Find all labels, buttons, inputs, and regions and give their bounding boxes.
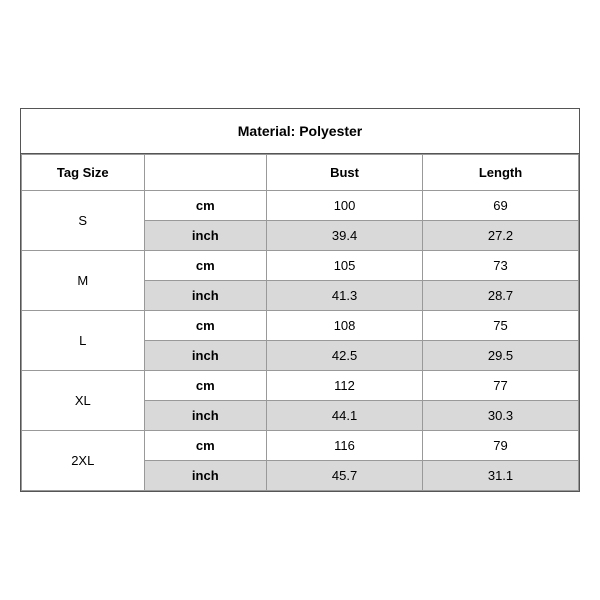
unit-cell-cm: cm	[144, 311, 267, 341]
table-row: XLcm11277	[22, 371, 579, 401]
table-row: Lcm10875	[22, 311, 579, 341]
unit-cell-inch: inch	[144, 281, 267, 311]
bust-cm-value: 100	[267, 191, 423, 221]
header-unit	[144, 155, 267, 191]
bust-cm-value: 105	[267, 251, 423, 281]
length-inch-value: 27.2	[423, 221, 579, 251]
bust-cm-value: 108	[267, 311, 423, 341]
size-tag-cell: L	[22, 311, 145, 371]
length-inch-value: 30.3	[423, 401, 579, 431]
size-tag-cell: S	[22, 191, 145, 251]
header-length: Length	[423, 155, 579, 191]
table-row: Scm10069	[22, 191, 579, 221]
length-cm-value: 79	[423, 431, 579, 461]
length-inch-value: 28.7	[423, 281, 579, 311]
unit-cell-cm: cm	[144, 371, 267, 401]
length-cm-value: 73	[423, 251, 579, 281]
chart-title: Material: Polyester	[21, 109, 579, 154]
table-row: Mcm10573	[22, 251, 579, 281]
length-inch-value: 29.5	[423, 341, 579, 371]
length-cm-value: 75	[423, 311, 579, 341]
unit-cell-cm: cm	[144, 191, 267, 221]
length-cm-value: 69	[423, 191, 579, 221]
size-chart: Material: Polyester Tag Size Bust Length…	[20, 108, 580, 492]
length-inch-value: 31.1	[423, 461, 579, 491]
bust-inch-value: 41.3	[267, 281, 423, 311]
bust-inch-value: 45.7	[267, 461, 423, 491]
header-tag-size: Tag Size	[22, 155, 145, 191]
unit-cell-cm: cm	[144, 431, 267, 461]
size-table: Tag Size Bust Length Scm10069inch39.427.…	[21, 154, 579, 491]
unit-cell-cm: cm	[144, 251, 267, 281]
unit-cell-inch: inch	[144, 341, 267, 371]
header-bust: Bust	[267, 155, 423, 191]
bust-inch-value: 39.4	[267, 221, 423, 251]
bust-cm-value: 112	[267, 371, 423, 401]
unit-cell-inch: inch	[144, 401, 267, 431]
unit-cell-inch: inch	[144, 221, 267, 251]
unit-cell-inch: inch	[144, 461, 267, 491]
size-tag-cell: XL	[22, 371, 145, 431]
bust-inch-value: 44.1	[267, 401, 423, 431]
bust-inch-value: 42.5	[267, 341, 423, 371]
size-tag-cell: 2XL	[22, 431, 145, 491]
size-tag-cell: M	[22, 251, 145, 311]
length-cm-value: 77	[423, 371, 579, 401]
table-row: 2XLcm11679	[22, 431, 579, 461]
bust-cm-value: 116	[267, 431, 423, 461]
